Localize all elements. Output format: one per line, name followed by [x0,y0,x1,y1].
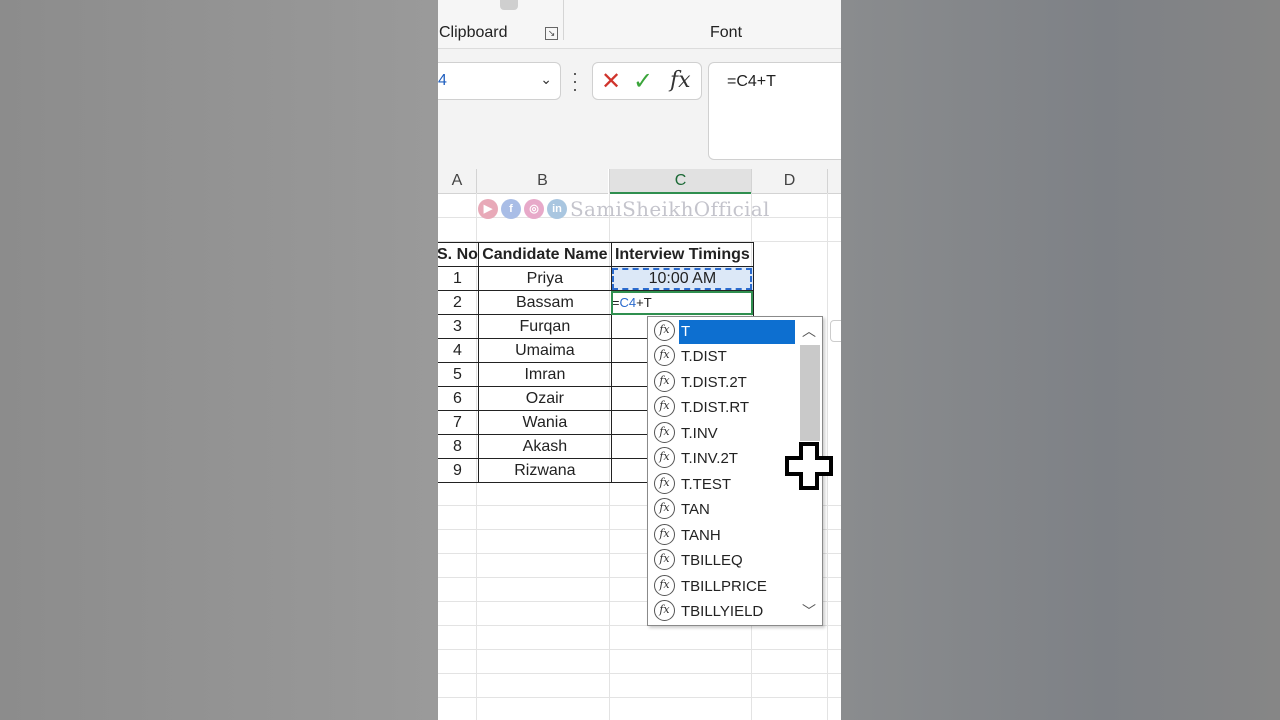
excel-window: Clipboard ↘ Font 4 ⌄ · · · ✕ ✓ fx =C4+T A … [438,0,841,720]
autocomplete-item[interactable]: fx TAN [652,498,794,522]
table-row: 1 Priya 10:00 AM [438,266,754,291]
chevron-down-icon[interactable]: ﹀ [802,601,816,621]
instagram-icon: ◎ [524,199,544,219]
formula-text: =C4+T [727,73,776,90]
gridline [438,697,841,698]
cell-sno[interactable]: 6 [438,386,479,411]
cell-name[interactable]: Umaima [477,338,612,363]
function-icon: fx [654,498,675,519]
autocomplete-item[interactable]: fx T.INV [652,422,794,446]
cell-name[interactable]: Priya [477,266,612,291]
cell-sno[interactable]: 8 [438,434,479,459]
function-icon: fx [654,320,675,341]
autocomplete-item[interactable]: fx TBILLPRICE [652,575,794,599]
column-header-c[interactable]: C [610,169,751,194]
table-header-row: S. No Candidate Name Interview Timings [438,242,754,267]
function-icon: fx [654,396,675,417]
autocomplete-item[interactable]: fx T.DIST.2T [652,371,794,395]
video-background-right [841,0,1280,720]
cell-editing[interactable]: =C4+T [610,290,754,315]
cell-name[interactable]: Wania [477,410,612,435]
watermark: ▶ f ◎ in SamiSheikhOfficial [478,197,841,221]
gridline [438,649,841,650]
function-icon: fx [654,575,675,596]
chevron-up-icon[interactable]: ︿ [802,321,816,341]
scrollbar-thumb[interactable] [800,345,820,441]
cell-sno[interactable]: 5 [438,362,479,387]
autocomplete-item[interactable]: fx T [652,320,795,344]
video-background-left [0,0,438,720]
formula-buttons: ✕ ✓ fx [592,62,702,100]
function-icon: fx [654,600,675,621]
more-options-icon[interactable]: · · · [572,64,578,98]
cell-time-referenced[interactable]: 10:00 AM [610,266,754,291]
autocomplete-item[interactable]: fx TBILLYIELD [652,600,794,624]
autocomplete-item[interactable]: fx T.DIST [652,345,794,369]
function-icon: fx [654,371,675,392]
clipboard-group-label: Clipboard [439,24,508,41]
header-cell-interview-timings[interactable]: Interview Timings [610,242,754,267]
name-box[interactable]: 4 ⌄ [438,62,561,100]
autocomplete-item[interactable]: fx T.INV.2T [652,447,794,471]
cell-name[interactable]: Bassam [477,290,612,315]
column-header-d[interactable]: D [752,169,827,194]
edit-suffix: +T [636,295,652,310]
cell-name[interactable]: Ozair [477,386,612,411]
ribbon-divider [563,0,564,40]
function-icon: fx [654,473,675,494]
cell-sno[interactable]: 3 [438,314,479,339]
formula-input[interactable]: =C4+T [708,62,841,160]
cell-sno[interactable]: 9 [438,458,479,483]
name-box-value: 4 [438,72,447,89]
enter-check-icon[interactable]: ✓ [633,67,653,96]
column-header-b[interactable]: B [477,169,608,194]
function-icon: fx [654,549,675,570]
ribbon: Clipboard ↘ Font [438,0,841,49]
function-icon: fx [654,422,675,443]
function-icon: fx [654,447,675,468]
cancel-icon[interactable]: ✕ [601,67,621,96]
cell-sno[interactable]: 2 [438,290,479,315]
table-row: 2 Bassam =C4+T [438,290,754,315]
watermark-text: SamiSheikhOfficial [570,197,770,221]
cell-name[interactable]: Akash [477,434,612,459]
cell-sno[interactable]: 4 [438,338,479,363]
edit-cell-reference: C4 [619,295,637,310]
autocomplete-item[interactable]: fx T.DIST.RT [652,396,794,420]
cell-name[interactable]: Imran [477,362,612,387]
header-cell-candidate-name[interactable]: Candidate Name [477,242,612,267]
column-header-e[interactable] [828,169,841,194]
function-icon: fx [654,345,675,366]
youtube-icon: ▶ [478,199,498,219]
header-cell-sno[interactable]: S. No [438,242,479,267]
font-group-label: Font [710,24,743,41]
chevron-down-icon[interactable]: ⌄ [540,71,552,88]
cell-name[interactable]: Furqan [477,314,612,339]
cell-sno[interactable]: 7 [438,410,479,435]
formula-bar-area: 4 ⌄ · · · ✕ ✓ fx =C4+T [438,49,841,169]
cell-sno[interactable]: 1 [438,266,479,291]
facebook-icon: f [501,199,521,219]
function-icon: fx [654,524,675,545]
cell-name[interactable]: Rizwana [477,458,612,483]
gridline [438,673,841,674]
format-painter-icon[interactable] [500,0,518,10]
clipboard-dialog-launcher-icon[interactable]: ↘ [545,27,558,40]
autocomplete-item[interactable]: fx TBILLEQ [652,549,794,573]
insert-function-icon[interactable]: fx [670,68,691,93]
column-header-a[interactable]: A [438,169,476,194]
autocomplete-item[interactable]: fx T.TEST [652,473,794,497]
autocomplete-item[interactable]: fx TANH [652,524,794,548]
cell-select-cursor-icon [785,442,833,490]
quick-analysis-button[interactable] [830,320,841,342]
linkedin-icon: in [547,199,567,219]
